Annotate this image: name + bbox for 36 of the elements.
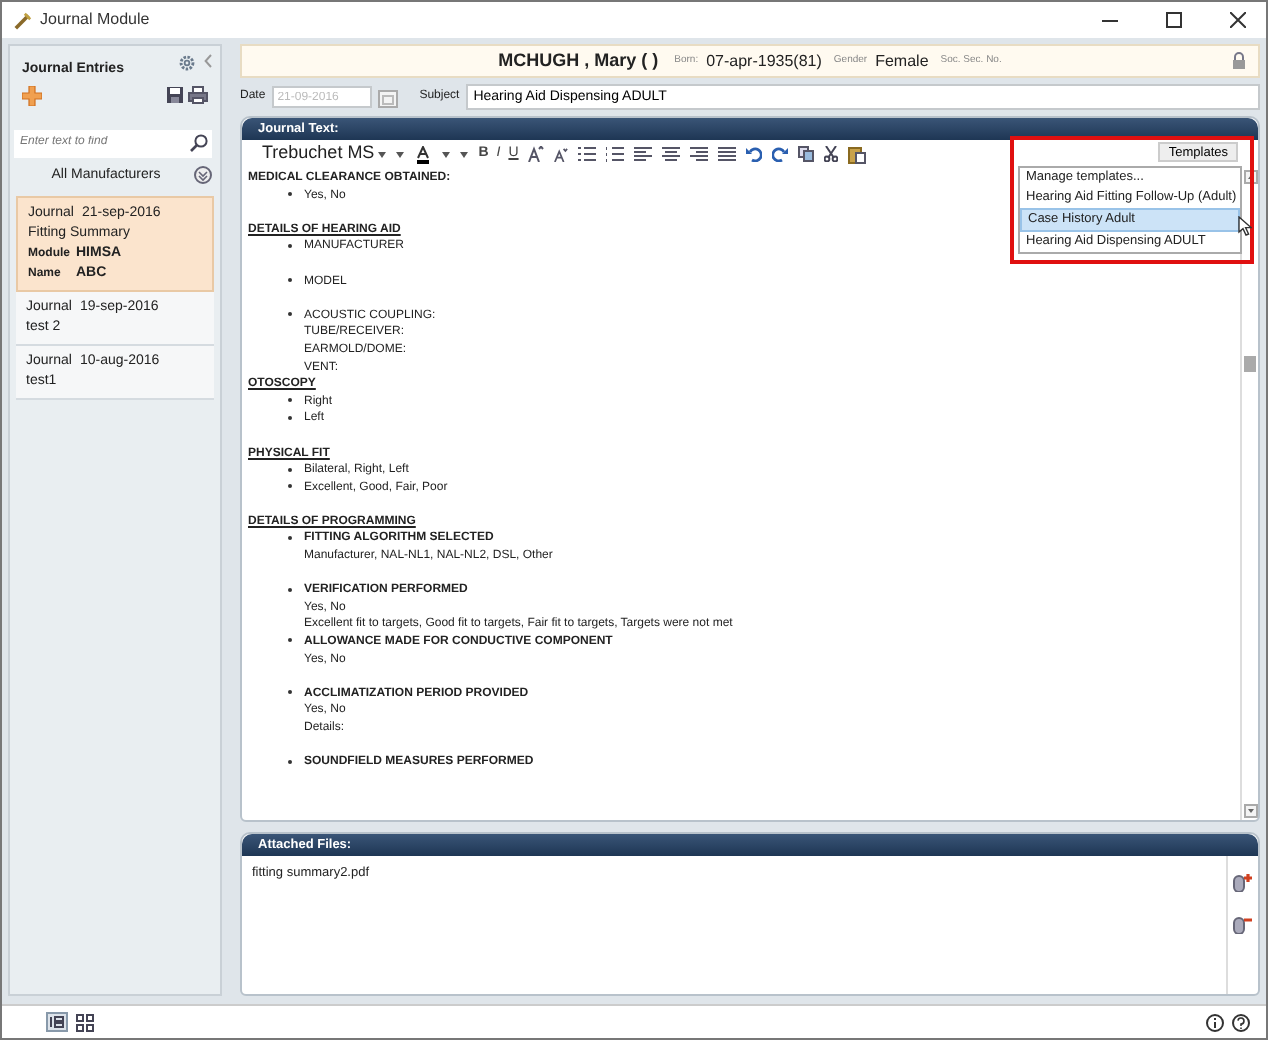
help-icon[interactable] [1232, 1013, 1250, 1031]
app-icon [14, 11, 32, 29]
numbered-list-icon[interactable] [606, 146, 625, 162]
maximize-icon[interactable] [1166, 12, 1182, 28]
align-right-icon[interactable] [690, 146, 709, 162]
shrink-font-icon[interactable] [554, 147, 569, 161]
attach-add-icon[interactable] [1232, 872, 1254, 892]
window-title: Journal Module [40, 8, 150, 32]
settings-icon[interactable] [178, 54, 196, 72]
patient-name: MCHUGH , Mary ( ) [498, 47, 659, 74]
info-icon[interactable] [1206, 1013, 1224, 1031]
undo-icon[interactable] [746, 146, 763, 162]
close-icon[interactable] [1230, 12, 1246, 28]
redo-icon[interactable] [772, 146, 789, 162]
justify-icon[interactable] [718, 146, 737, 162]
print-icon[interactable] [188, 86, 208, 104]
lock-icon [1232, 52, 1246, 70]
grow-font-icon[interactable] [528, 146, 545, 162]
font-color-icon[interactable] [414, 145, 433, 163]
font-dropdown[interactable]: Trebuchet MS [262, 140, 387, 168]
search-icon[interactable] [190, 134, 208, 152]
grid-view-icon[interactable] [76, 1013, 94, 1031]
save-icon[interactable] [166, 86, 184, 104]
scroll-down-icon[interactable] [1243, 804, 1257, 818]
cut-icon[interactable] [824, 146, 839, 162]
scroll-thumb[interactable] [1244, 356, 1256, 372]
attach-remove-icon[interactable] [1232, 914, 1254, 934]
paste-icon[interactable] [848, 145, 867, 163]
copy-icon[interactable] [798, 146, 815, 162]
expand-icon[interactable] [194, 166, 212, 185]
gender-value: Female [875, 49, 929, 73]
align-left-icon[interactable] [634, 146, 653, 162]
list-view-icon[interactable] [46, 1012, 68, 1032]
birth-date: 07-apr-1935(81) [706, 49, 822, 73]
align-center-icon[interactable] [662, 146, 681, 162]
bullet-list-icon[interactable] [578, 146, 597, 162]
